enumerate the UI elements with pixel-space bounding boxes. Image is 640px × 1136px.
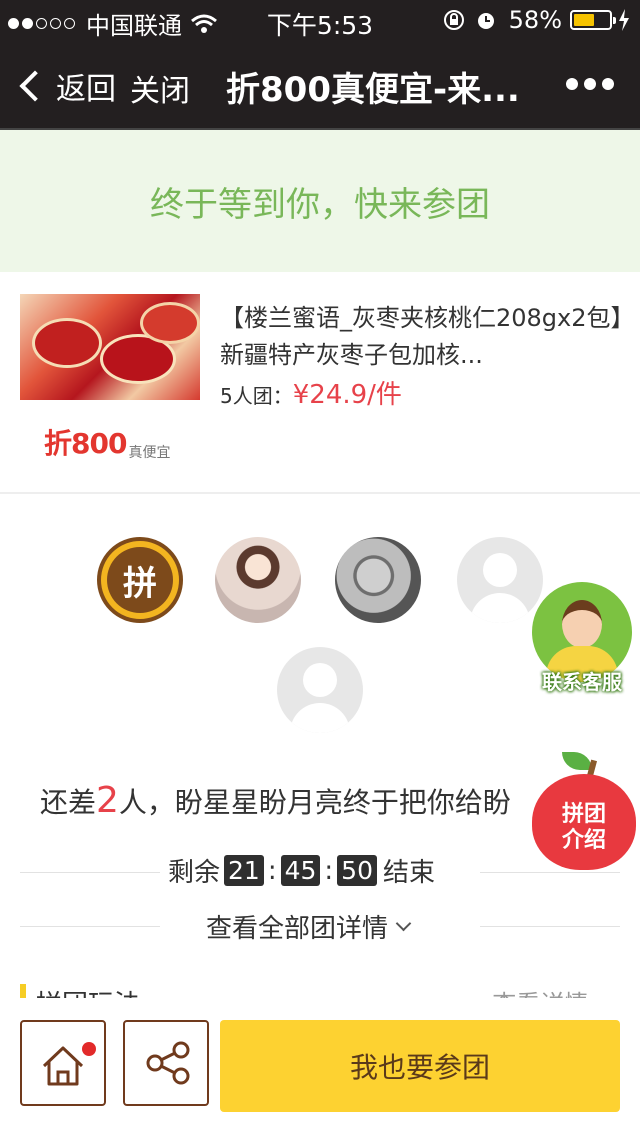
rotation-lock-icon <box>443 10 464 30</box>
rules-section: 拼团玩法 查看详情 > <box>0 984 640 998</box>
charging-icon <box>619 9 629 31</box>
countdown-label-after: 结束 <box>382 858 435 888</box>
chevron-down-icon <box>395 915 412 932</box>
section-marker <box>20 984 26 998</box>
close-button[interactable]: 关闭 <box>130 66 190 110</box>
countdown-label-before: 剩余 <box>168 858 221 888</box>
customer-service-button[interactable]: 联系客服 <box>530 582 632 698</box>
leader-avatar: 拼 <box>97 537 183 623</box>
product-image[interactable] <box>20 294 200 400</box>
more-menu-button[interactable] <box>560 78 614 90</box>
product-title[interactable]: 【楼兰蜜语_灰枣夹核桃仁208gx2包】新疆特产灰枣子包加核... <box>220 300 630 374</box>
participant-avatar <box>335 537 421 623</box>
share-button[interactable] <box>123 1020 209 1106</box>
alarm-icon <box>477 13 494 29</box>
banner-text: 终于等到你，快来参团 <box>150 184 490 225</box>
back-label: 返回 <box>56 72 116 107</box>
welcome-banner: 终于等到你，快来参团 <box>0 130 640 272</box>
join-group-button[interactable]: 我也要参团 <box>220 1020 620 1112</box>
countdown-hours: 21 <box>224 855 264 886</box>
rules-more-link[interactable]: 查看详情 > <box>492 984 616 998</box>
page-title: 折800真便宜-来... <box>226 70 520 110</box>
status-bar: 中国联通 下午5:53 58% <box>0 0 640 40</box>
home-button[interactable] <box>20 1020 106 1106</box>
back-button[interactable]: 返回 <box>18 64 116 108</box>
rules-title: 拼团玩法 <box>36 984 140 998</box>
remaining-count: 2 <box>96 780 119 821</box>
product-price-row: 5人团：¥24.9/件 <box>220 374 402 411</box>
details-label: 查看全部团详情 <box>206 914 389 944</box>
status-right: 58% <box>443 6 630 34</box>
countdown: 剩余 21: 45: 50 结束 <box>0 852 640 892</box>
bottom-action-bar: 我也要参团 <box>0 1000 640 1136</box>
group-size-label: 5人团： <box>220 384 293 408</box>
brand-logo: 折800 真便宜 <box>44 427 171 461</box>
countdown-seconds: 50 <box>337 855 377 886</box>
nav-bar: 返回 关闭 折800真便宜-来... <box>0 40 640 130</box>
home-icon <box>42 1046 84 1086</box>
participant-avatar <box>215 537 301 623</box>
apple-leaf-icon <box>562 752 592 770</box>
share-icon <box>146 1041 190 1085</box>
product-card[interactable]: 折800 真便宜 【楼兰蜜语_灰枣夹核桃仁208gx2包】新疆特产灰枣子包加核.… <box>0 274 640 494</box>
empty-slot-avatar <box>277 647 363 733</box>
countdown-minutes: 45 <box>280 855 321 886</box>
group-status-text: 还差2人，盼星星盼月亮终于把你给盼 <box>40 780 511 821</box>
customer-service-label: 联系客服 <box>542 670 622 694</box>
chevron-left-icon <box>19 70 51 102</box>
group-intro-label: 拼团 介绍 <box>561 802 606 853</box>
notification-dot <box>82 1042 96 1056</box>
leader-badge: 拼 <box>107 547 173 613</box>
view-group-details-link[interactable]: 查看全部团详情 <box>0 906 640 946</box>
battery-percent: 58% <box>508 6 562 34</box>
product-price: ¥24.9/件 <box>292 380 402 410</box>
battery-icon <box>570 10 616 30</box>
